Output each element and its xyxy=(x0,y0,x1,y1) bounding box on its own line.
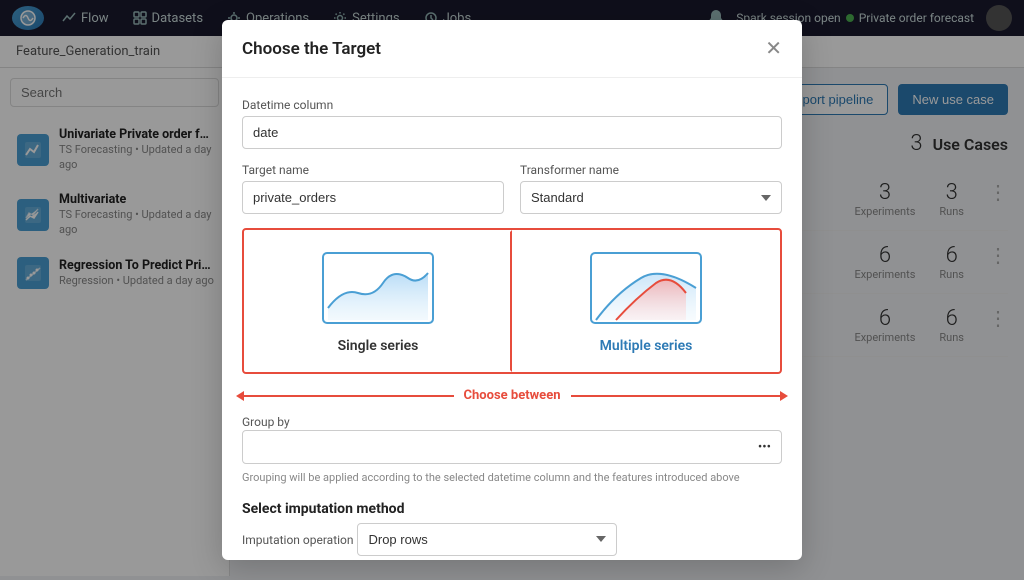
modal-title: Choose the Target xyxy=(242,39,381,59)
right-arrow xyxy=(571,395,783,397)
datetime-label: Datetime column xyxy=(242,98,782,112)
group-by-input[interactable]: ••• xyxy=(242,430,782,464)
left-arrow xyxy=(242,395,454,397)
modal: Choose the Target ✕ Datetime column Targ… xyxy=(222,20,802,560)
imputation-select[interactable]: Drop rows Forward fill Backward fill Mea… xyxy=(357,523,617,556)
single-series-chart xyxy=(318,248,438,328)
target-transformer-row: Target name Transformer name Standard Mi… xyxy=(242,163,782,214)
target-name-label: Target name xyxy=(242,163,504,177)
choose-between-text: Choose between xyxy=(464,388,561,403)
imputation-label: Imputation operation xyxy=(242,533,354,547)
target-name-col: Target name xyxy=(242,163,504,214)
multiple-series-label: Multiple series xyxy=(600,338,693,354)
target-name-input[interactable] xyxy=(242,181,504,214)
group-by-label: Group by xyxy=(242,415,290,429)
modal-overlay: Choose the Target ✕ Datetime column Targ… xyxy=(0,0,1024,580)
multiple-series-card[interactable]: Multiple series xyxy=(512,230,780,372)
transformer-col: Transformer name Standard MinMax Robust xyxy=(520,163,782,214)
multiple-series-chart xyxy=(586,248,706,328)
single-series-label: Single series xyxy=(338,338,419,354)
group-by-dots: ••• xyxy=(758,440,771,455)
datetime-input[interactable] xyxy=(242,116,782,149)
single-series-card[interactable]: Single series xyxy=(244,230,512,372)
choose-between-row: Choose between xyxy=(242,388,782,403)
group-by-hint: Grouping will be applied according to th… xyxy=(242,470,782,487)
close-button[interactable]: ✕ xyxy=(765,36,782,61)
transformer-label: Transformer name xyxy=(520,163,782,177)
modal-header: Choose the Target ✕ xyxy=(222,20,802,78)
transformer-select[interactable]: Standard MinMax Robust xyxy=(520,181,782,214)
series-cards-container: Single series xyxy=(242,228,782,374)
modal-body: Datetime column Target name Transformer … xyxy=(222,78,802,560)
imputation-title: Select imputation method xyxy=(242,501,782,517)
